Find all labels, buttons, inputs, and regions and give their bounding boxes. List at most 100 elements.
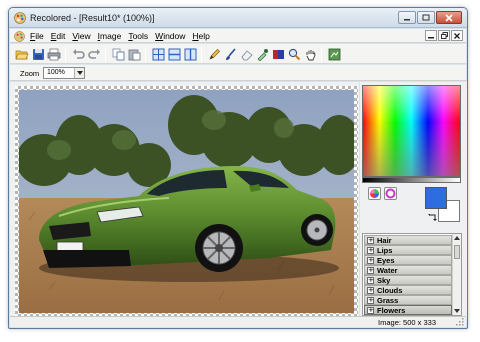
color-spectrum[interactable]	[362, 85, 461, 177]
category-water[interactable]: + Water	[364, 265, 452, 275]
vertical-split-button[interactable]	[182, 46, 198, 62]
open-button[interactable]	[14, 46, 30, 62]
mdi-minimize-button[interactable]	[425, 30, 437, 41]
category-list: + Hair + Lips + Eyes + Water + Sky + Clouds + G…	[362, 233, 462, 316]
tile-view-icon	[152, 48, 164, 60]
expand-icon[interactable]: +	[367, 287, 374, 294]
zoom-value: 100%	[47, 69, 65, 76]
maximize-button[interactable]	[417, 11, 435, 24]
dropper-icon	[257, 48, 268, 61]
color-swatch-button[interactable]	[270, 46, 286, 62]
grayscale-bar[interactable]	[362, 177, 461, 183]
app-window: Recolored - [Result10* (100%)] File Edit…	[8, 7, 468, 329]
menu-help[interactable]: Help	[192, 31, 209, 41]
menu-view[interactable]: View	[72, 31, 90, 41]
color-circle-button[interactable]	[384, 187, 397, 200]
chevron-down-icon	[76, 71, 83, 75]
minimize-button[interactable]	[398, 11, 416, 24]
category-hair[interactable]: + Hair	[364, 235, 452, 245]
redo-icon	[87, 49, 100, 59]
image-canvas[interactable]	[15, 86, 358, 317]
zoom-label: Zoom	[20, 69, 40, 78]
menu-window[interactable]: Window	[155, 31, 185, 41]
copy-button[interactable]	[110, 46, 126, 62]
expand-icon[interactable]: +	[367, 237, 374, 244]
brush-tool-button[interactable]	[222, 46, 238, 62]
scroll-down-button[interactable]	[453, 307, 461, 315]
expand-icon[interactable]: +	[367, 257, 374, 264]
mdi-restore-button[interactable]	[438, 30, 450, 41]
export-button[interactable]	[326, 46, 342, 62]
expand-icon[interactable]: +	[367, 277, 374, 284]
category-lips[interactable]: + Lips	[364, 245, 452, 255]
redo-button[interactable]	[86, 46, 102, 62]
save-icon	[32, 48, 44, 60]
tile-view-button[interactable]	[150, 46, 166, 62]
window-title: Recolored - [Result10* (100%)]	[30, 13, 155, 23]
brush-icon	[225, 47, 236, 60]
swap-colors-icon[interactable]	[427, 213, 437, 223]
main-toolbar	[10, 44, 466, 64]
pencil-tool-button[interactable]	[206, 46, 222, 62]
eraser-tool-button[interactable]	[238, 46, 254, 62]
menu-bar: File Edit View Image Tools Window Help	[10, 29, 466, 43]
primary-color-swatch[interactable]	[425, 187, 447, 209]
palette-app-icon	[14, 12, 26, 24]
close-icon	[445, 13, 453, 22]
copy-icon	[112, 48, 124, 60]
category-flowers[interactable]: + Flowers	[364, 305, 452, 315]
color-wheel-icon	[370, 189, 379, 198]
category-scrollbar[interactable]	[452, 234, 461, 315]
expand-icon[interactable]: +	[367, 247, 374, 254]
category-eyes[interactable]: + Eyes	[364, 255, 452, 265]
category-grass[interactable]: + Grass	[364, 295, 452, 305]
image-workspace	[10, 82, 359, 318]
menu-edit[interactable]: Edit	[51, 31, 66, 41]
paste-icon	[128, 49, 140, 60]
close-icon	[454, 32, 460, 39]
minimize-icon	[404, 18, 410, 20]
horizontal-split-button[interactable]	[166, 46, 182, 62]
car-photo[interactable]	[19, 90, 354, 313]
menu-image[interactable]: Image	[98, 31, 122, 41]
eraser-icon	[241, 49, 253, 60]
restore-icon	[440, 32, 448, 39]
zoom-icon	[288, 48, 300, 60]
category-clouds[interactable]: + Clouds	[364, 285, 452, 295]
dropper-tool-button[interactable]	[254, 46, 270, 62]
scroll-thumb[interactable]	[454, 245, 460, 259]
chevron-down-icon	[454, 309, 460, 313]
menu-tools[interactable]: Tools	[128, 31, 148, 41]
color-panel: + Hair + Lips + Eyes + Water + Sky + Clouds + G…	[360, 82, 467, 318]
open-folder-icon	[15, 50, 29, 60]
scroll-up-button[interactable]	[453, 234, 461, 242]
image-size-status: Image: 500 x 333	[378, 318, 436, 327]
undo-icon	[72, 49, 85, 59]
category-sky[interactable]: + Sky	[364, 275, 452, 285]
expand-icon[interactable]: +	[367, 267, 374, 274]
resize-grip-icon[interactable]	[456, 318, 464, 326]
expand-icon[interactable]: +	[367, 297, 374, 304]
hand-tool-button[interactable]	[302, 46, 318, 62]
expand-icon[interactable]: +	[367, 307, 374, 314]
save-button[interactable]	[30, 46, 46, 62]
paste-button[interactable]	[126, 46, 142, 62]
color-wheel-button[interactable]	[368, 187, 381, 200]
zoom-dropdown-button[interactable]	[74, 68, 84, 78]
hand-icon	[306, 49, 315, 60]
menu-file[interactable]: File	[30, 31, 44, 41]
maximize-icon	[422, 14, 430, 21]
color-circle-icon	[385, 188, 396, 199]
print-icon	[47, 48, 61, 60]
undo-button[interactable]	[70, 46, 86, 62]
close-button[interactable]	[436, 11, 462, 24]
pencil-icon	[208, 48, 220, 60]
horizontal-split-icon	[168, 48, 180, 60]
print-button[interactable]	[46, 46, 62, 62]
document-palette-icon[interactable]	[14, 31, 25, 42]
title-bar[interactable]: Recolored - [Result10* (100%)]	[9, 8, 467, 28]
mdi-close-button[interactable]	[451, 30, 463, 41]
zoom-tool-button[interactable]	[286, 46, 302, 62]
zoom-select[interactable]: 100%	[43, 67, 85, 79]
export-icon	[328, 48, 340, 60]
